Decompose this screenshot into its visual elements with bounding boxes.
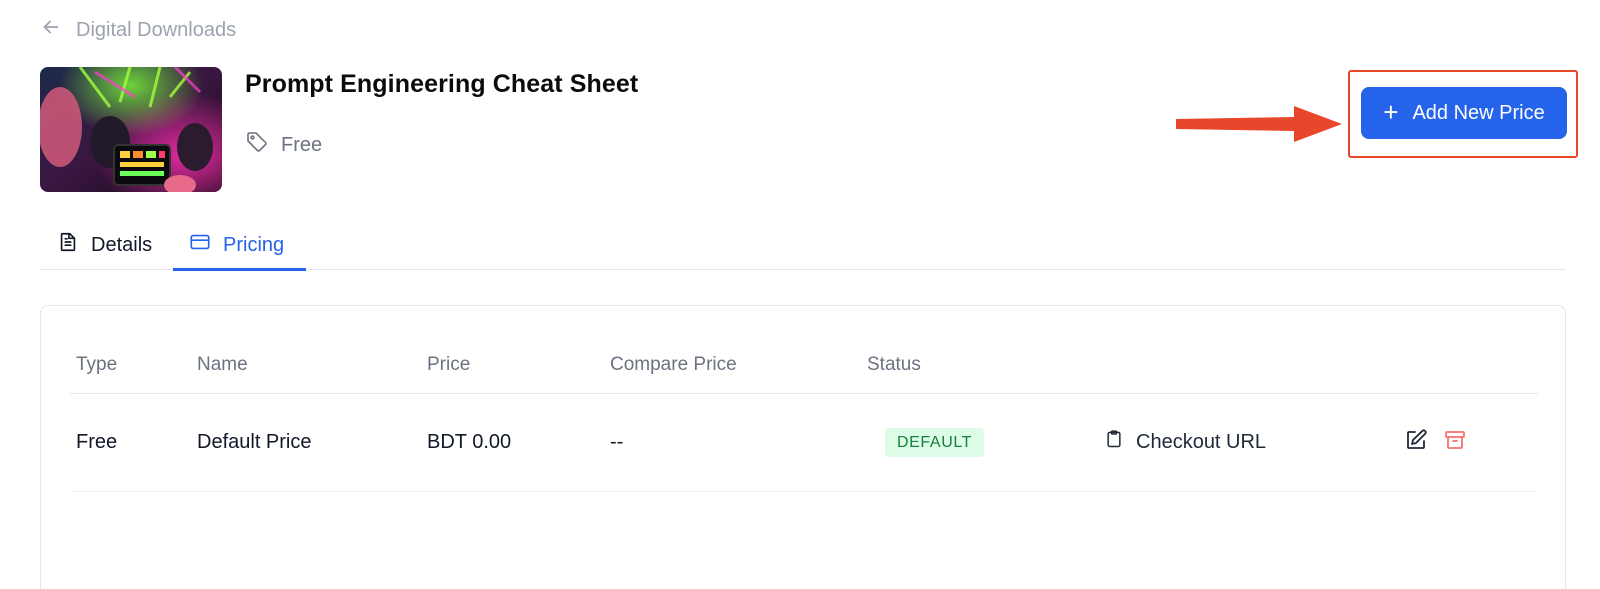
cell-compare-price: --: [610, 431, 624, 453]
product-thumbnail: [40, 67, 222, 192]
pricing-table-card: Type Name Price Compare Price Status Fre…: [40, 305, 1566, 589]
cell-type: Free: [76, 431, 118, 453]
table-header-divider: [70, 393, 1538, 394]
product-price-tag: Free: [245, 130, 322, 160]
status-badge: DEFAULT: [885, 428, 985, 457]
product-title: Prompt Engineering Cheat Sheet: [245, 70, 639, 98]
archive-icon: [1443, 428, 1467, 457]
arrow-left-icon: [40, 16, 62, 44]
column-header-compare-price: Compare Price: [610, 354, 737, 375]
tag-icon: [245, 130, 269, 160]
column-header-status: Status: [867, 354, 921, 375]
tab-details[interactable]: Details: [57, 220, 152, 270]
credit-card-icon: [189, 231, 211, 259]
plus-icon: +: [1383, 97, 1399, 127]
tab-bar: Details Pricing: [40, 220, 1566, 271]
document-icon: [57, 231, 79, 259]
product-pricing-page: Digital Downloads Prompt Engineering Che…: [0, 0, 1600, 589]
table-row-divider: [70, 491, 1538, 492]
product-price-label: Free: [281, 133, 323, 156]
breadcrumb-label: Digital Downloads: [76, 18, 237, 41]
tab-pricing-label: Pricing: [223, 233, 285, 256]
archive-price-button[interactable]: [1441, 428, 1469, 456]
cell-name: Default Price: [197, 431, 312, 453]
tab-pricing[interactable]: Pricing: [173, 220, 306, 271]
add-new-price-button[interactable]: + Add New Price: [1361, 87, 1567, 139]
breadcrumb[interactable]: Digital Downloads: [40, 16, 236, 44]
edit-price-button[interactable]: [1402, 428, 1430, 456]
clipboard-icon: [1104, 429, 1124, 455]
add-new-price-label: Add New Price: [1412, 101, 1545, 124]
cell-price: BDT 0.00: [427, 431, 512, 453]
column-header-price: Price: [427, 354, 471, 375]
column-header-name: Name: [197, 354, 248, 375]
checkout-url-link[interactable]: Checkout URL: [1104, 427, 1266, 457]
edit-icon: [1404, 428, 1428, 457]
column-header-type: Type: [76, 354, 118, 375]
annotation-arrow: [1176, 106, 1342, 142]
checkout-url-label: Checkout URL: [1136, 430, 1267, 453]
tab-details-label: Details: [91, 233, 153, 256]
